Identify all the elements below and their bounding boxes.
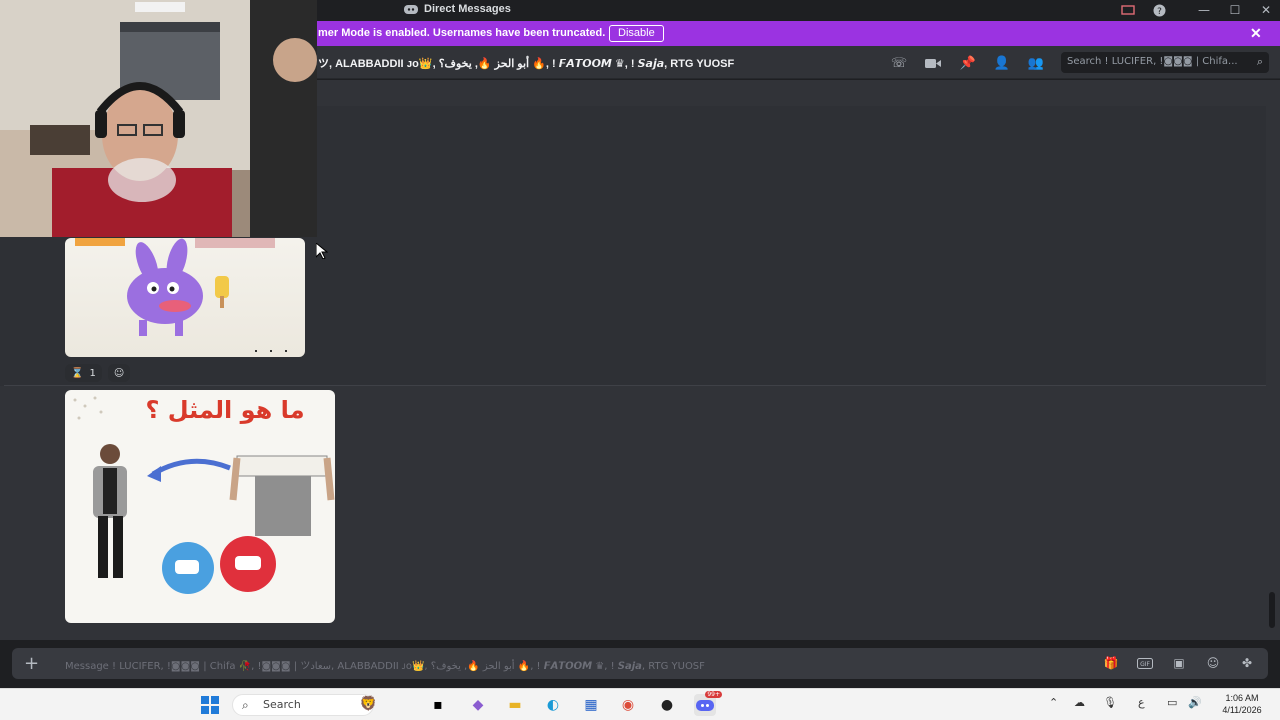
- window-title-text: Direct Messages: [424, 3, 511, 15]
- network-icon[interactable]: ▭: [1167, 696, 1177, 709]
- reaction-emoji: ⌛: [71, 367, 84, 379]
- discord-window: Direct Messages ? — ☐ ✕ mer Mode is enab…: [0, 0, 1280, 720]
- pin-icon[interactable]: 📌: [959, 54, 977, 72]
- chat-scrollbar[interactable]: [1269, 592, 1275, 628]
- windows-taskbar: ⌕ Search 🦁 ▪ ◆ ▬ ◐ ▦ ◉ ● 99+ ⌃ ☁ 🎙 ع ▭ 🔊…: [0, 688, 1280, 720]
- webcam-overlay: [0, 0, 317, 237]
- screen-share-icon[interactable]: [1120, 2, 1136, 18]
- windows-start-icon[interactable]: [199, 694, 221, 716]
- svg-text:GIF: GIF: [1140, 661, 1150, 668]
- svg-text:?: ?: [1157, 7, 1162, 17]
- add-reaction-icon: ☺: [113, 367, 125, 379]
- copilot-icon[interactable]: ◆: [467, 694, 489, 716]
- taskbar-search-label: Search: [263, 698, 301, 711]
- search-highlight-icon: 🦁: [359, 696, 377, 712]
- add-reaction-button[interactable]: ☺: [107, 364, 131, 382]
- bunny-illustration: [75, 238, 287, 352]
- upload-plus-icon[interactable]: +: [24, 653, 39, 674]
- window-title: Direct Messages: [404, 3, 511, 15]
- minimize-icon[interactable]: —: [1196, 2, 1212, 18]
- reaction-hourglass[interactable]: ⌛ 1: [65, 364, 102, 382]
- member-list-icon[interactable]: 👥: [1027, 54, 1045, 72]
- voice-call-icon[interactable]: ☏: [890, 54, 908, 72]
- emoji-icon[interactable]: ☺: [1205, 655, 1221, 671]
- apps-icon[interactable]: ✤: [1239, 655, 1255, 671]
- close-window-icon[interactable]: ✕: [1258, 2, 1274, 18]
- discord-badge: 99+: [705, 691, 722, 698]
- gift-icon[interactable]: 🎁: [1103, 655, 1119, 671]
- composer-placeholder: Message ! LUCIFER, !◙◙◙ | Chifa 🥀, !◙◙◙ …: [65, 661, 705, 672]
- clock-date: 4/11/2026: [1222, 705, 1262, 715]
- discord-taskbar-icon[interactable]: 99+: [694, 691, 722, 716]
- reaction-bar: ⌛ 1 ☺: [65, 364, 131, 382]
- search-input[interactable]: Search ! LUCIFER, !◙◙◙ | Chifa... ⌕: [1061, 52, 1269, 73]
- sticker-icon[interactable]: ▣: [1171, 655, 1187, 671]
- edge-icon[interactable]: ◐: [542, 694, 564, 716]
- file-explorer-icon[interactable]: ▬: [504, 694, 526, 716]
- message-image-bunny[interactable]: [65, 238, 305, 357]
- language-indicator[interactable]: ع: [1138, 696, 1145, 709]
- add-friends-icon[interactable]: 👤: [993, 54, 1011, 72]
- chrome-icon[interactable]: ◉: [617, 694, 639, 716]
- message-composer[interactable]: + Message ! LUCIFER, !◙◙◙ | Chifa 🥀, !◙◙…: [12, 648, 1268, 679]
- volume-icon[interactable]: 🔊: [1188, 696, 1202, 709]
- microphone-icon[interactable]: 🎙: [1103, 696, 1117, 709]
- participants-list: ツ, ALABBADDII ᴊᴏ👑, أبو الحز 🔥, يخوف؟ 🔥, …: [318, 58, 735, 70]
- store-icon[interactable]: ▦: [580, 694, 602, 716]
- task-view-icon[interactable]: ▪: [427, 694, 449, 716]
- message-image-proverb[interactable]: ما هو المثل ؟: [65, 390, 335, 623]
- discord-logo-icon: [404, 4, 418, 14]
- proverb-illustration: [73, 396, 335, 594]
- search-placeholder: Search ! LUCIFER, !◙◙◙ | Chifa...: [1067, 56, 1238, 67]
- message-divider: [4, 385, 1266, 386]
- help-icon[interactable]: ?: [1151, 2, 1167, 18]
- taskbar-search[interactable]: ⌕ Search 🦁: [232, 694, 377, 716]
- video-call-icon[interactable]: [924, 54, 942, 72]
- mouse-cursor-icon: [316, 243, 328, 259]
- cloud-icon[interactable]: ☁: [1074, 696, 1085, 709]
- banner-close-icon[interactable]: ✕: [1250, 25, 1262, 42]
- tray-expand-icon[interactable]: ⌃: [1049, 696, 1058, 709]
- disable-button[interactable]: Disable: [609, 25, 664, 42]
- system-clock[interactable]: 1:06 AM 4/11/2026: [1212, 692, 1272, 716]
- maximize-icon[interactable]: ☐: [1227, 2, 1243, 18]
- obs-icon[interactable]: ●: [656, 694, 678, 716]
- gif-icon[interactable]: GIF: [1137, 655, 1153, 671]
- reaction-count: 1: [89, 367, 96, 379]
- taskbar-search-icon: ⌕: [242, 698, 249, 712]
- clock-time: 1:06 AM: [1225, 693, 1259, 703]
- banner-message: mer Mode is enabled. Usernames have been…: [318, 27, 606, 39]
- search-icon: ⌕: [1256, 55, 1263, 68]
- webcam-feed-image: [0, 0, 317, 237]
